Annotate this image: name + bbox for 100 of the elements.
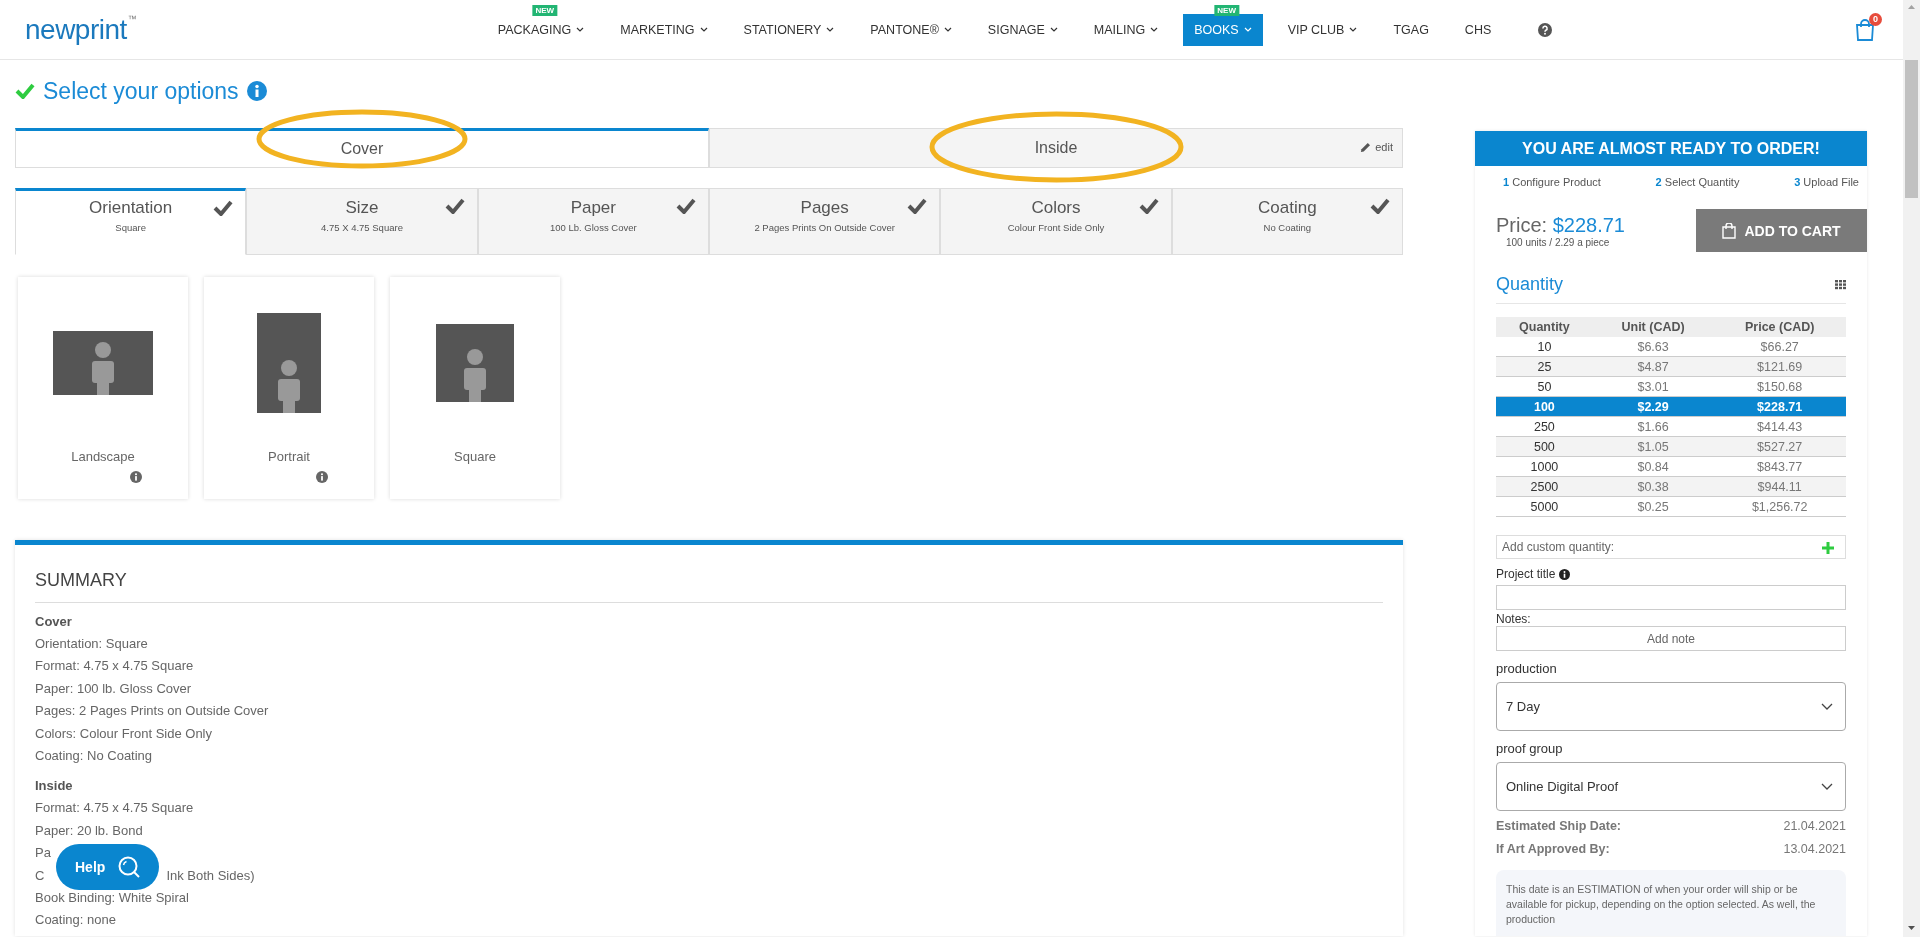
- info-icon[interactable]: [1559, 568, 1571, 580]
- table-cell: $6.63: [1592, 337, 1714, 357]
- field-label: production: [1496, 661, 1558, 676]
- table-cell: $843.77: [1713, 456, 1846, 477]
- step-label: 3 Upload File: [1794, 176, 1859, 188]
- table-row[interactable]: 50 $3.01 $150.68: [1496, 376, 1846, 397]
- add-to-cart-button[interactable]: ADD TO CART: [1696, 209, 1867, 252]
- summary-line: Coating: none: [35, 911, 116, 930]
- price-note: 100 units / 2.29 a piece: [1506, 236, 1611, 248]
- column-header: Quantity: [1496, 317, 1593, 337]
- project-title-field[interactable]: [1496, 585, 1846, 610]
- date-label: Estimated Ship Date:: [1496, 818, 1622, 835]
- table-row[interactable]: 250 $1.66 $414.43: [1496, 416, 1846, 437]
- checkmark-icon: [15, 83, 35, 99]
- table-row[interactable]: 2500 $0.38 $944.11: [1496, 476, 1846, 497]
- summary-line: Orientation: Square: [35, 635, 148, 653]
- summary-line: Ink Both Sides): [166, 866, 255, 885]
- cart-count-badge: 0: [1869, 12, 1882, 26]
- help-button[interactable]: Help: [56, 844, 159, 890]
- custom-quantity-field[interactable]: Add custom quantity:: [1496, 535, 1846, 559]
- nav-item[interactable]: MARKETING: [609, 13, 719, 46]
- table-cell: 100: [1496, 396, 1593, 417]
- table-cell: $66.27: [1713, 337, 1846, 357]
- table-cell: 1000: [1496, 456, 1593, 477]
- summary-line: Format: 4.75 x 4.75 Square: [35, 799, 194, 818]
- add-note-button[interactable]: Add note: [1496, 626, 1846, 651]
- nav-item[interactable]: VIP CLUB: [1276, 13, 1369, 46]
- summary-title: SUMMARY: [35, 545, 1383, 603]
- nav-item[interactable]: PACKAGING: [486, 13, 596, 46]
- quantity-title: Quantity: [1496, 274, 1564, 295]
- search-icon: [117, 855, 142, 879]
- step-label: 2 Select Quantity: [1655, 176, 1740, 188]
- section-tab[interactable]: Cover: [15, 128, 709, 168]
- nav-item[interactable]: BOOKS: [1183, 13, 1263, 46]
- date-value: 21.04.2021: [1783, 818, 1846, 835]
- summary-line: Coating: No Coating: [35, 747, 153, 766]
- date-label: If Art Approved By:: [1496, 841, 1610, 858]
- table-cell: $228.71: [1713, 396, 1846, 417]
- nav-item[interactable]: MAILING: [1082, 13, 1170, 46]
- summary-line: Pages: 2 Pages Prints on Outside Cover: [35, 702, 269, 721]
- table-row[interactable]: 25 $4.87 $121.69: [1496, 356, 1846, 377]
- disclaimer-note: This date is an ESTIMATION of when your order will ship or be available for pickup, depending on the option selected. As well, the production: [1496, 870, 1846, 936]
- chevron-down-icon: [1821, 702, 1833, 711]
- summary-line: Paper: 100 lb. Gloss Cover: [35, 679, 192, 698]
- summary-line: Paper: 20 lb. Bond: [35, 821, 143, 840]
- table-cell: 250: [1496, 416, 1593, 437]
- page-title: Select your options: [43, 77, 239, 105]
- table-row[interactable]: 5000 $0.25 $1,256.72: [1496, 496, 1846, 517]
- column-header: Unit (CAD): [1592, 317, 1714, 337]
- option-tab[interactable]: Colors Colour Front Side Only: [940, 188, 1172, 255]
- cart-icon[interactable]: [1855, 18, 1875, 41]
- order-banner: YOU ARE ALMOST READY TO ORDER!: [1475, 131, 1867, 166]
- orientation-card[interactable]: Square: [390, 277, 560, 499]
- table-cell: 50: [1496, 376, 1593, 397]
- summary-line: Book Binding: White Spiral: [35, 889, 189, 908]
- table-row[interactable]: 500 $1.05 $527.27: [1496, 436, 1846, 457]
- table-cell: 500: [1496, 436, 1593, 457]
- new-badge: NEW: [532, 4, 558, 16]
- step-label: 1 Configure Product: [1503, 176, 1601, 188]
- table-cell: 10: [1496, 337, 1593, 357]
- nav-item[interactable]: SIGNAGE: [976, 13, 1069, 46]
- dropdown[interactable]: Online Digital Proof: [1496, 762, 1846, 811]
- table-cell: $1,256.72: [1713, 496, 1846, 517]
- table-row[interactable]: 10 $6.63 $66.27: [1496, 337, 1846, 357]
- summary-line: C: [35, 866, 45, 885]
- table-cell: 5000: [1496, 496, 1593, 517]
- orientation-card[interactable]: Portrait: [204, 277, 374, 499]
- summary-line: Format: 4.75 x 4.75 Square: [35, 657, 194, 676]
- option-tab[interactable]: Paper 100 Lb. Gloss Cover: [477, 188, 709, 255]
- table-row[interactable]: 100 $2.29 $228.71: [1496, 396, 1846, 417]
- option-tab[interactable]: Orientation Square: [15, 188, 247, 255]
- summary-heading: Inside: [35, 777, 74, 796]
- chevron-down-icon: [1821, 782, 1833, 791]
- grid-view-icon[interactable]: [1835, 279, 1846, 290]
- table-cell: $0.25: [1592, 496, 1714, 517]
- option-tab[interactable]: Pages 2 Pages Prints On Outside Cover: [709, 188, 941, 255]
- new-badge: NEW: [1214, 4, 1239, 16]
- nav-item[interactable]: CHS: [1453, 13, 1503, 46]
- table-cell: $1.66: [1592, 416, 1714, 437]
- nav-item[interactable]: STATIONERY: [732, 13, 846, 46]
- table-row[interactable]: 1000 $0.84 $843.77: [1496, 456, 1846, 477]
- logo[interactable]: newprint: [25, 13, 127, 46]
- field-label: Notes:: [1496, 612, 1532, 626]
- table-cell: $414.43: [1713, 416, 1846, 437]
- help-icon[interactable]: [1538, 22, 1553, 37]
- table-cell: $527.27: [1713, 436, 1846, 457]
- trademark-symbol: ™: [127, 13, 137, 24]
- edit-link[interactable]: edit: [1360, 141, 1393, 153]
- nav-item[interactable]: PANTONE®: [859, 13, 963, 46]
- column-header: Price (CAD): [1713, 317, 1846, 337]
- option-tab[interactable]: Size 4.75 X 4.75 Square: [246, 188, 478, 255]
- price: Price: $228.71: [1496, 213, 1625, 237]
- orientation-card[interactable]: Landscape: [18, 277, 188, 499]
- summary-heading: Cover: [35, 613, 73, 631]
- nav-item[interactable]: TGAG: [1382, 13, 1440, 46]
- option-tab[interactable]: Coating No Coating: [1171, 188, 1403, 255]
- table-cell: $944.11: [1713, 476, 1846, 497]
- dropdown[interactable]: 7 Day: [1496, 682, 1846, 731]
- table-cell: $3.01: [1592, 376, 1714, 397]
- table-cell: 2500: [1496, 476, 1593, 497]
